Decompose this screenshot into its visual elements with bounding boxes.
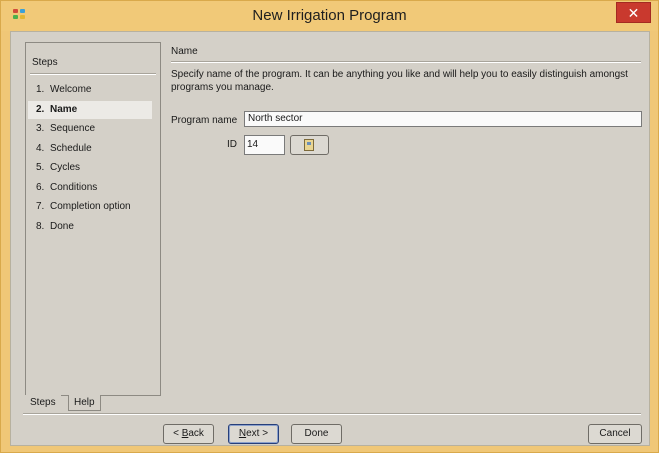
step-label: Conditions [50, 181, 98, 193]
next-button-rest: ext > [246, 428, 269, 439]
step-item[interactable]: 6. Conditions [28, 179, 152, 197]
program-name-input[interactable]: North sector [244, 111, 642, 127]
section-title: Name [171, 46, 198, 57]
step-number: 4. [36, 142, 45, 154]
step-number: 3. [36, 123, 45, 134]
step-item[interactable]: 2. Name [28, 100, 152, 119]
button-bar-divider [23, 413, 641, 415]
step-item[interactable]: 1. Welcome [28, 81, 152, 99]
step-label: Schedule [50, 142, 92, 154]
step-number: 7. [36, 201, 45, 212]
step-number: 5. [36, 162, 45, 173]
title-bar[interactable]: New Irrigation Program ✕ [1, 1, 658, 31]
step-label: Cycles [50, 162, 81, 173]
step-label: Welcome [50, 84, 92, 95]
step-description: Specify name of the program. It can be a… [171, 69, 628, 93]
wizard-client-area: Steps 1. Welcome 2. Name 3. Sequence 4. Schedul… [10, 31, 650, 446]
calculator-icon [304, 139, 314, 151]
back-button[interactable]: < Back [163, 424, 214, 444]
id-label: ID [227, 139, 237, 150]
tab-steps[interactable]: Steps [25, 395, 61, 411]
step-number: 2. [36, 103, 45, 115]
wizard-window: New Irrigation Program ✕ Steps 1. Welcome… [0, 0, 659, 453]
section-divider [171, 61, 641, 63]
step-number: 6. [36, 181, 45, 193]
step-number: 8. [36, 220, 45, 232]
cancel-button[interactable]: Cancel [588, 424, 642, 444]
step-item[interactable]: 3. Sequence [28, 120, 152, 138]
step-number: 1. [36, 84, 45, 95]
steps-heading: Steps [32, 57, 58, 68]
generate-id-button[interactable] [290, 135, 329, 155]
tab-help[interactable]: Help [68, 395, 101, 411]
window-title: New Irrigation Program [252, 7, 407, 24]
id-input[interactable]: 14 [244, 135, 285, 155]
steps-divider [30, 73, 156, 75]
step-item[interactable]: 7. Completion option [28, 198, 152, 216]
next-button[interactable]: Next > [228, 424, 279, 444]
done-button[interactable]: Done [291, 424, 342, 444]
back-button-rest: ack [188, 428, 204, 439]
step-label: Done [50, 220, 74, 232]
step-item[interactable]: 5. Cycles [28, 159, 152, 177]
step-item[interactable]: 8. Done [28, 218, 152, 236]
step-label: Sequence [50, 123, 96, 134]
program-name-label: Program name [171, 115, 238, 126]
step-label: Completion option [50, 201, 131, 212]
back-button-prefix: < [173, 428, 182, 439]
steps-panel: Steps 1. Welcome 2. Name 3. Sequence 4. Schedul… [25, 42, 161, 396]
close-button[interactable]: ✕ [616, 2, 651, 23]
step-item[interactable]: 4. Schedule [28, 140, 152, 158]
step-label: Name [50, 103, 78, 115]
